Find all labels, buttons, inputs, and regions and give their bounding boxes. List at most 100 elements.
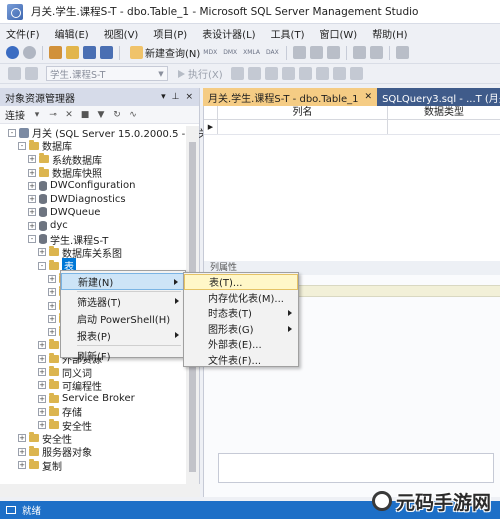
expand-icon[interactable]: + [18,434,26,443]
menu-item-graph-table[interactable]: 图形表(G) [184,321,298,337]
open-file-icon[interactable] [66,46,79,59]
expand-icon[interactable]: + [28,208,36,217]
menu-item-temporal-table[interactable]: 时态表(T) [184,305,298,321]
expand-icon[interactable]: + [38,394,46,403]
menu-item-table[interactable]: 表(T)... [184,274,298,290]
copy-icon[interactable] [309,46,323,59]
filter-icon[interactable]: ▼ [96,110,106,120]
expand-icon[interactable]: + [38,341,46,350]
collapse-icon[interactable]: - [8,128,16,137]
plan-icon[interactable] [264,67,278,80]
overflow-icon[interactable] [395,46,409,59]
refresh-icon[interactable]: ↻ [112,110,122,120]
menu-item-filter[interactable]: 筛选器(T) [61,293,185,310]
expand-icon[interactable]: + [18,461,26,470]
dax-button[interactable]: DAX [266,49,279,56]
mdx-button[interactable]: MDX [203,49,217,56]
tree-node[interactable]: + 可编程性 [0,379,186,393]
tree-node[interactable]: + DWQueue [0,206,186,219]
back-icon[interactable] [6,46,19,59]
tree-node[interactable]: + 安全性 [0,419,186,433]
expand-icon[interactable]: + [38,367,46,376]
connect-server-icon[interactable]: ⊸ [48,110,58,120]
results-grid-icon[interactable] [298,67,312,80]
expand-icon[interactable]: + [48,301,56,310]
collapse-icon[interactable]: - [28,235,36,244]
tree-node[interactable]: - 数据库 [0,139,186,153]
collapse-icon[interactable]: - [18,141,26,150]
xmla-button[interactable]: XMLA [243,49,260,56]
horizontal-scrollbar[interactable] [0,484,200,497]
menu-item-external-table[interactable]: 外部表(E)... [184,336,298,352]
connect-icon[interactable] [25,67,38,80]
menu-item-memory-optimized-table[interactable]: 内存优化表(M)... [184,290,298,306]
menu-project[interactable]: 项目(P) [153,26,187,41]
expand-icon[interactable]: + [28,155,36,164]
indent-icon[interactable] [349,67,363,80]
tree-node[interactable]: + Service Broker [0,392,186,405]
menu-edit[interactable]: 编辑(E) [55,26,89,41]
expand-icon[interactable]: + [18,447,26,456]
expand-icon[interactable]: + [28,181,36,190]
expand-icon[interactable]: + [28,195,36,204]
expand-icon[interactable]: + [38,421,46,430]
expand-icon[interactable]: + [38,354,46,363]
expand-icon[interactable]: + [38,248,46,257]
column-name-cell[interactable] [218,120,388,134]
tab-sql-query[interactable]: SQLQuery3.sql - ...T (月关\ [377,88,500,106]
tree-node[interactable]: + 服务器对象 [0,445,186,459]
new-query-button[interactable]: 新建查询(N) [128,45,200,60]
menu-window[interactable]: 窗口(W) [319,26,357,41]
menu-tools[interactable]: 工具(T) [271,26,305,41]
menu-view[interactable]: 视图(V) [104,26,139,41]
close-tab-icon[interactable]: ✕ [365,92,373,102]
menu-item-new[interactable]: 新建(N) [61,273,185,290]
expand-icon[interactable]: + [48,314,56,323]
database-selector[interactable]: 学生.课程S-T ▼ [46,66,168,81]
menu-item-powershell[interactable]: 启动 PowerShell(H) [61,310,185,327]
window-position-icon[interactable]: ▾ [161,92,166,102]
dmx-button[interactable]: DMX [223,49,237,56]
tree-node[interactable]: + 数据库关系图 [0,246,186,260]
tree-node[interactable]: + 复制 [0,458,186,473]
expand-icon[interactable]: + [48,328,56,337]
undo-icon[interactable] [352,46,366,59]
menu-help[interactable]: 帮助(H) [372,26,407,41]
disconnect-icon[interactable]: ✕ [64,110,74,120]
parse-icon[interactable] [247,67,261,80]
tab-table-designer[interactable]: 月关.学生.课程S-T - dbo.Table_1 ✕ [203,88,378,106]
expand-icon[interactable]: + [28,221,36,230]
comment-icon[interactable] [315,67,329,80]
menu-item-file-table[interactable]: 文件表(F)... [184,352,298,368]
collapse-icon[interactable]: - [38,261,46,270]
menu-file[interactable]: 文件(F) [6,26,40,41]
menu-item-refresh[interactable]: 刷新(F) [61,347,185,364]
save-all-icon[interactable] [100,46,113,59]
expand-icon[interactable]: + [48,288,56,297]
stop-icon[interactable]: ■ [80,110,90,120]
expand-icon[interactable]: + [28,168,36,177]
redo-icon[interactable] [369,46,383,59]
tree-node[interactable]: + 系统数据库 [0,153,186,167]
tree-node[interactable]: + DWDiagnostics [0,192,186,205]
tree-node[interactable]: + 同义词 [0,365,186,380]
paste-icon[interactable] [326,46,340,59]
connect-dropdown[interactable]: 连接 [5,107,25,122]
tree-node[interactable]: - 月关 (SQL Server 15.0.2000.5 - 月关\ [0,126,212,140]
chevron-down-icon[interactable]: ▾ [32,110,42,120]
save-icon[interactable] [83,46,96,59]
expand-icon[interactable]: + [38,381,46,390]
activity-icon[interactable]: ∿ [128,110,138,120]
tree-node[interactable]: + dyc [0,219,186,232]
uncomment-icon[interactable] [332,67,346,80]
tree-node[interactable]: - 学生.课程S-T [0,232,186,247]
tree-node[interactable]: + 安全性 [0,432,186,446]
expand-icon[interactable]: + [38,407,46,416]
expand-icon[interactable]: + [48,274,56,283]
tree-node[interactable]: + 存储 [0,405,186,419]
filter-icon[interactable] [8,67,21,80]
menu-table-designer[interactable]: 表设计器(L) [202,26,255,41]
execute-button[interactable]: 执行(X) [178,66,223,81]
forward-icon[interactable] [23,46,36,59]
new-project-icon[interactable] [49,46,62,59]
